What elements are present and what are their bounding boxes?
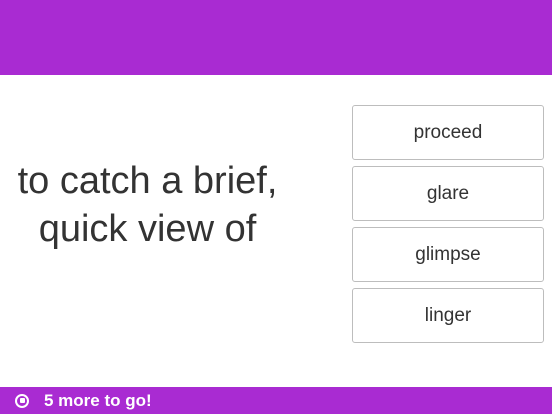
quiz-screen: to catch a brief, quick view of proceed …: [0, 0, 552, 414]
choice-button-linger[interactable]: linger: [352, 288, 544, 343]
stop-square: [19, 398, 25, 403]
header-bar: [0, 0, 552, 75]
progress-footer: 5 more to go!: [0, 387, 552, 414]
stop-circle-icon[interactable]: [15, 393, 29, 408]
choice-button-glare[interactable]: glare: [352, 166, 544, 221]
choice-button-proceed[interactable]: proceed: [352, 105, 544, 160]
question-prompt: to catch a brief, quick view of: [17, 160, 278, 250]
remaining-count: 5 more to go!: [44, 390, 152, 410]
choice-button-glimpse[interactable]: glimpse: [352, 227, 544, 282]
answer-choices: proceed glare glimpse linger: [352, 105, 544, 349]
